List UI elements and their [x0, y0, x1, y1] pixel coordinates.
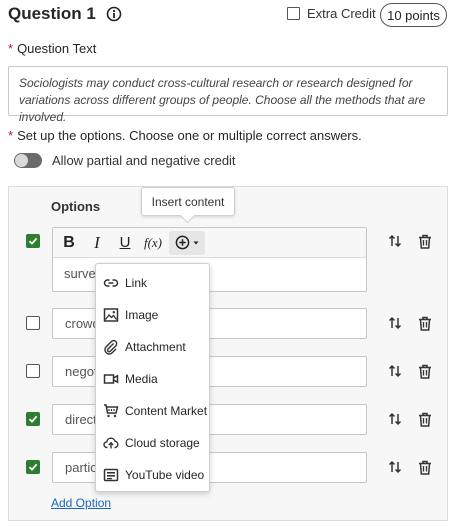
menu-item-label: Content Market	[125, 404, 208, 418]
option-3-correct-checkbox[interactable]	[26, 364, 40, 378]
options-header: Options	[51, 199, 101, 214]
setup-label: * Set up the options. Choose one or multi…	[8, 128, 362, 143]
points-button[interactable]: 10 points	[380, 3, 447, 27]
menu-item-image[interactable]: Image	[96, 301, 209, 329]
reorder-icon[interactable]	[386, 314, 404, 332]
menu-item-link[interactable]: Link	[96, 269, 209, 297]
option-4-correct-checkbox[interactable]	[26, 412, 40, 426]
cart-icon	[104, 404, 119, 418]
youtube-icon	[103, 468, 119, 482]
option-1-correct-checkbox[interactable]	[26, 234, 40, 248]
menu-item-label: Image	[125, 308, 159, 322]
video-camera-icon	[103, 374, 119, 384]
option-2-correct-checkbox[interactable]	[26, 316, 40, 330]
menu-item-label: YouTube video	[125, 468, 205, 482]
insert-content-tooltip: Insert content	[141, 187, 235, 216]
question-text-label: * Question Text	[8, 41, 97, 56]
editor-toolbar: B I U f(x)	[53, 228, 366, 258]
chevron-down-icon	[193, 241, 199, 244]
link-icon	[103, 279, 119, 287]
cloud-upload-icon	[103, 437, 119, 449]
partial-credit-row: Allow partial and negative credit	[14, 153, 236, 168]
trash-icon[interactable]	[416, 232, 434, 250]
trash-icon[interactable]	[416, 410, 434, 428]
extra-credit-toggle[interactable]: Extra Credit	[287, 6, 376, 21]
trash-icon[interactable]	[416, 314, 434, 332]
trash-icon[interactable]	[416, 362, 434, 380]
menu-item-label: Link	[125, 276, 148, 290]
reorder-icon[interactable]	[386, 362, 404, 380]
partial-credit-switch[interactable]	[14, 153, 42, 168]
paperclip-icon	[104, 339, 118, 355]
required-marker: *	[8, 41, 14, 56]
question-text-input[interactable]: Sociologists may conduct cross-cultural …	[8, 66, 448, 124]
italic-button[interactable]: I	[85, 231, 109, 255]
plus-circle-icon	[175, 235, 190, 250]
option-5-correct-checkbox[interactable]	[26, 460, 40, 474]
insert-content-menu: Link Image Attachment Media Content Mark…	[95, 263, 210, 492]
math-button[interactable]: f(x)	[141, 231, 165, 255]
menu-item-cloud-storage[interactable]: Cloud storage	[96, 429, 209, 457]
menu-item-label: Media	[125, 372, 158, 386]
image-icon	[103, 308, 119, 322]
bold-button[interactable]: B	[57, 231, 81, 255]
menu-item-label: Cloud storage	[125, 436, 200, 450]
add-option-link[interactable]: Add Option	[51, 496, 111, 510]
trash-icon[interactable]	[416, 458, 434, 476]
info-icon[interactable]	[106, 6, 122, 22]
partial-credit-label: Allow partial and negative credit	[52, 153, 236, 168]
reorder-icon[interactable]	[386, 458, 404, 476]
required-marker: *	[8, 128, 14, 143]
menu-item-attachment[interactable]: Attachment	[96, 333, 209, 361]
menu-item-media[interactable]: Media	[96, 365, 209, 393]
extra-credit-label: Extra Credit	[307, 6, 376, 21]
extra-credit-checkbox[interactable]	[287, 7, 300, 20]
reorder-icon[interactable]	[386, 232, 404, 250]
underline-button[interactable]: U	[113, 231, 137, 255]
menu-item-label: Attachment	[125, 340, 186, 354]
menu-item-youtube[interactable]: YouTube video	[96, 461, 209, 489]
reorder-icon[interactable]	[386, 410, 404, 428]
menu-item-content-market[interactable]: Content Market	[96, 397, 209, 425]
question-header: Question 1	[8, 4, 122, 24]
question-title: Question 1	[8, 4, 96, 23]
insert-content-button[interactable]	[169, 230, 205, 255]
